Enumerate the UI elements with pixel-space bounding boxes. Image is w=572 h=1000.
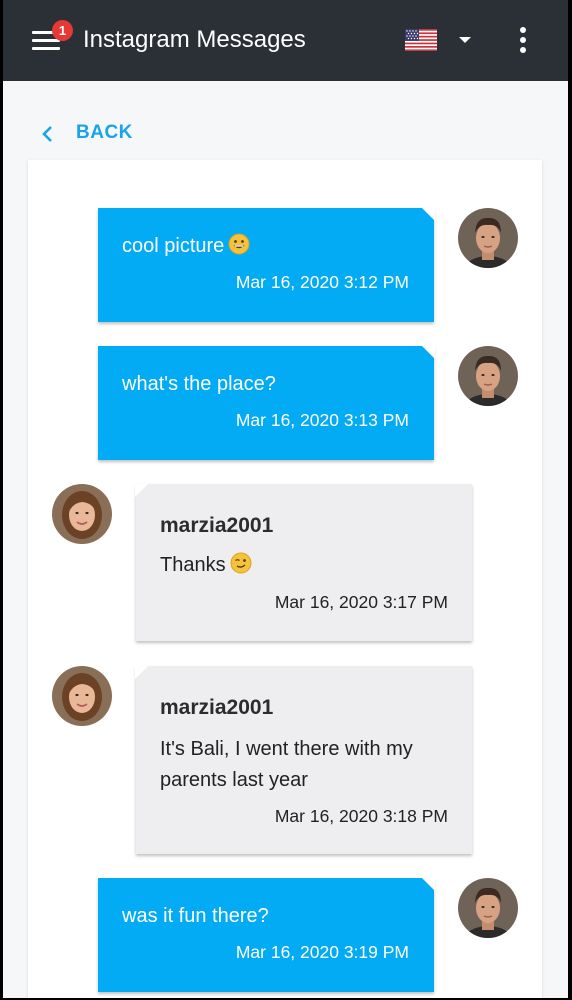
message-timestamp: Mar 16, 2020 3:12 PM bbox=[235, 272, 409, 292]
incoming-message: marzia2001 Thanks Mar 16, 2020 3:17 PM bbox=[135, 484, 472, 641]
sender-name: marzia2001 bbox=[160, 514, 274, 537]
avatar bbox=[458, 346, 518, 406]
more-options-icon[interactable] bbox=[517, 27, 529, 53]
message-text: Thanks bbox=[160, 550, 252, 584]
chevron-left-icon bbox=[42, 126, 52, 142]
message-timestamp: Mar 16, 2020 3:18 PM bbox=[274, 806, 448, 826]
page-title: Instagram Messages bbox=[83, 26, 306, 53]
message-text-line: parents last year bbox=[160, 769, 308, 791]
grinning-face-emoji-icon bbox=[228, 233, 250, 265]
avatar bbox=[52, 484, 112, 544]
outgoing-message: what's the place? Mar 16, 2020 3:13 PM bbox=[98, 346, 435, 460]
message-timestamp: Mar 16, 2020 3:13 PM bbox=[235, 410, 409, 430]
avatar bbox=[458, 208, 518, 268]
message-timestamp: Mar 16, 2020 3:17 PM bbox=[274, 592, 448, 612]
notification-badge: 1 bbox=[52, 20, 73, 41]
outgoing-message: was it fun there? Mar 16, 2020 3:19 PM bbox=[98, 878, 435, 992]
avatar bbox=[458, 878, 518, 938]
avatar bbox=[52, 666, 112, 726]
us-flag-icon[interactable] bbox=[405, 29, 437, 51]
message-text-line: It's Bali, I went there with my bbox=[160, 738, 413, 760]
incoming-message: marzia2001 It's Bali, I went there with … bbox=[135, 666, 472, 854]
message-timestamp: Mar 16, 2020 3:19 PM bbox=[235, 942, 409, 962]
message-text: cool picture bbox=[122, 231, 250, 265]
message-text: was it fun there? bbox=[122, 905, 269, 927]
language-dropdown-icon[interactable] bbox=[459, 37, 471, 43]
outgoing-message: cool picture Mar 16, 2020 3:12 PM bbox=[98, 208, 435, 322]
app-bar: 1 Instagram Messages bbox=[3, 0, 568, 81]
message-text: what's the place? bbox=[122, 373, 276, 395]
back-label: BACK bbox=[76, 122, 133, 143]
app-frame: 1 Instagram Messages BACK cool picture M… bbox=[3, 0, 568, 998]
sender-name: marzia2001 bbox=[160, 696, 274, 719]
winking-face-emoji-icon bbox=[230, 552, 252, 584]
conversation-card: cool picture Mar 16, 2020 3:12 PM what's… bbox=[28, 160, 542, 998]
